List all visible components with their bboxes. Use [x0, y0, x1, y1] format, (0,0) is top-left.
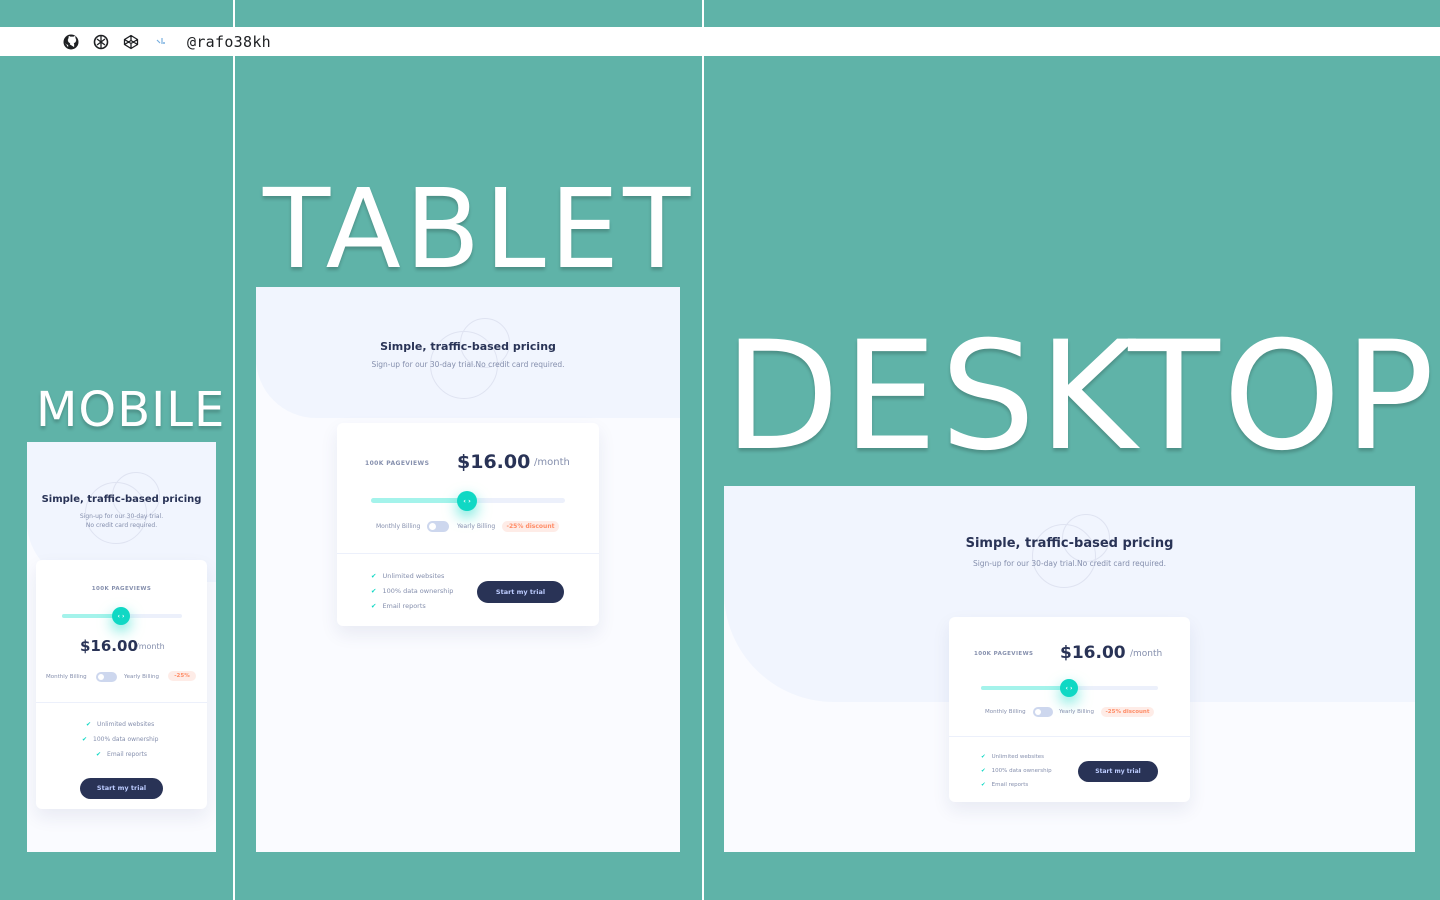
mobile-preview: Simple, traffic-based pricing Sign-up fo…: [27, 442, 216, 852]
check-icon: ✔: [981, 754, 986, 760]
feature-text: Unlimited websites: [97, 721, 155, 728]
page-title: Simple, traffic-based pricing: [41, 494, 202, 505]
pageviews-label: 100K PAGEVIEWS: [91, 586, 152, 592]
vscode-icon[interactable]: [153, 34, 169, 50]
tablet-label: TABLET: [263, 165, 695, 293]
check-icon: ✔: [86, 721, 92, 728]
slider-thumb[interactable]: ‹ ›: [1060, 679, 1078, 697]
start-trial-button[interactable]: Start my trial: [477, 581, 564, 603]
feature-text: Unlimited websites: [382, 572, 445, 580]
discount-badge: -25% discount: [1101, 707, 1154, 717]
feature-item: ✔ Unlimited websites: [371, 572, 444, 580]
card-divider: [949, 736, 1190, 737]
slider-fill: [371, 498, 468, 503]
desktop-preview: Simple, traffic-based pricing Sign-up fo…: [724, 486, 1415, 852]
feature-text: 100% data ownership: [93, 736, 159, 743]
check-icon: ✔: [371, 572, 377, 580]
feature-item: ✔ Email reports: [981, 782, 1028, 788]
price: $16.00: [1060, 643, 1126, 663]
pageviews-label: 100K PAGEVIEWS: [974, 651, 1034, 657]
price-period: /month: [1130, 649, 1163, 659]
pageviews-label: 100K PAGEVIEWS: [365, 460, 430, 467]
column-divider: [702, 0, 704, 900]
slider-thumb[interactable]: ‹ ›: [457, 491, 477, 511]
codepen-icon[interactable]: [123, 34, 139, 50]
pricing-card: 100K PAGEVIEWS $16.00 /month ‹ › Monthly…: [949, 617, 1190, 802]
check-icon: ✔: [981, 782, 986, 788]
discount-badge: -25%: [168, 671, 196, 681]
feature-text: Email reports: [382, 602, 426, 610]
yearly-billing-label: Yearly Billing: [124, 674, 160, 680]
monthly-billing-label: Monthly Billing: [376, 523, 421, 530]
feature-text: 100% data ownership: [991, 768, 1052, 774]
feature-text: 100% data ownership: [382, 587, 454, 595]
feature-text: Email reports: [991, 782, 1029, 788]
price: $16.00: [457, 451, 531, 473]
mobile-label: MOBILE: [36, 382, 226, 438]
feature-item: ✔ Email reports: [96, 751, 147, 758]
user-handle[interactable]: @rafo38kh: [187, 33, 271, 51]
check-icon: ✔: [82, 736, 88, 743]
feature-item: ✔ 100% data ownership: [981, 768, 1052, 774]
card-divider: [337, 553, 599, 554]
price: $16.00: [80, 637, 138, 655]
page-subtitle: Sign-up for our 30-day trial.No credit c…: [972, 559, 1167, 568]
check-icon: ✔: [96, 751, 102, 758]
pricing-card: 100K PAGEVIEWS ‹ › $16.00 /month Monthly…: [36, 560, 207, 809]
yearly-billing-label: Yearly Billing: [457, 523, 496, 530]
check-icon: ✔: [371, 602, 377, 610]
toggle-knob: [1035, 709, 1041, 715]
slider-fill: [981, 686, 1069, 690]
page-subtitle: Sign-up for our 30-day trial.No credit c…: [371, 360, 565, 369]
column-divider: [233, 0, 235, 900]
social-bar: @rafo38kh: [0, 27, 1440, 56]
page-subtitle-line1: Sign-up for our 30-day trial.: [79, 513, 164, 520]
discount-badge: -25% discount: [502, 521, 559, 532]
billing-toggle[interactable]: [96, 672, 117, 682]
desktop-label: DESKTOP: [724, 310, 1438, 484]
tablet-preview: Simple, traffic-based pricing Sign-up fo…: [256, 287, 680, 852]
price-period: /month: [534, 457, 570, 468]
billing-toggle[interactable]: [1033, 707, 1053, 717]
slider-thumb[interactable]: ‹ ›: [112, 607, 130, 625]
start-trial-button[interactable]: Start my trial: [1078, 761, 1158, 782]
page-subtitle-line2: No credit card required.: [85, 522, 158, 529]
feature-text: Unlimited websites: [991, 754, 1045, 760]
codesandbox-icon[interactable]: [93, 34, 109, 50]
feature-item: ✔ Unlimited websites: [86, 721, 154, 728]
toggle-knob: [98, 674, 104, 680]
feature-item: ✔ Unlimited websites: [981, 754, 1044, 760]
github-icon[interactable]: [63, 34, 79, 50]
feature-item: ✔ 100% data ownership: [371, 587, 453, 595]
feature-text: Email reports: [107, 751, 148, 758]
yearly-billing-label: Yearly Billing: [1059, 709, 1095, 715]
start-trial-button[interactable]: Start my trial: [80, 778, 163, 799]
card-divider: [36, 702, 207, 703]
feature-item: ✔ Email reports: [371, 602, 426, 610]
pricing-card: 100K PAGEVIEWS $16.00 /month ‹ › Monthly…: [337, 423, 599, 626]
monthly-billing-label: Monthly Billing: [985, 709, 1026, 715]
monthly-billing-label: Monthly Billing: [46, 674, 87, 680]
page-title: Simple, traffic-based pricing: [380, 340, 556, 353]
billing-toggle[interactable]: [427, 521, 449, 532]
check-icon: ✔: [981, 768, 986, 774]
page-title: Simple, traffic-based pricing: [965, 536, 1174, 551]
feature-item: ✔ 100% data ownership: [82, 736, 158, 743]
check-icon: ✔: [371, 587, 377, 595]
toggle-knob: [429, 523, 436, 530]
price-period: /month: [136, 642, 165, 651]
